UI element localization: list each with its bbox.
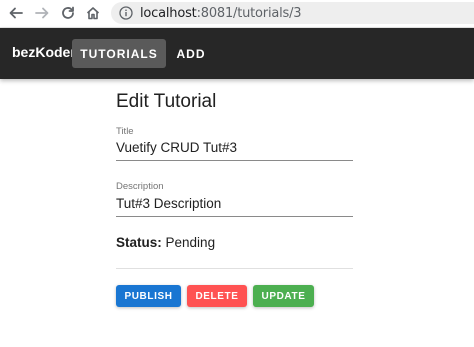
tab-add[interactable]: ADD [170, 39, 212, 68]
url-path: :8081/tutorials/3 [196, 5, 302, 21]
app-bar: bezKoder TUTORIALS ADD [0, 28, 474, 79]
title-field-label: Title [116, 126, 134, 137]
forward-arrow-icon [35, 7, 49, 19]
title-field[interactable]: Vuetify CRUD Tut#3 [116, 140, 237, 155]
back-arrow-icon [9, 7, 23, 19]
address-bar[interactable]: localhost:8081/tutorials/3 [111, 2, 474, 24]
description-field[interactable]: Tut#3 Description [116, 196, 221, 211]
url-host: localhost [140, 5, 197, 21]
brand-title: bezKoder [12, 44, 76, 60]
publish-button[interactable]: PUBLISH [116, 285, 181, 307]
home-button[interactable] [83, 3, 103, 23]
delete-button[interactable]: DELETE [187, 285, 247, 307]
tab-tutorials[interactable]: TUTORIALS [72, 39, 166, 68]
url-text: localhost:8081/tutorials/3 [140, 5, 302, 21]
title-field-underline [116, 160, 353, 161]
home-icon [86, 7, 100, 20]
status-row: Status: Pending [116, 235, 215, 250]
reload-button[interactable] [58, 3, 78, 23]
info-icon[interactable] [119, 6, 133, 20]
reload-icon [62, 6, 74, 19]
description-field-underline [116, 216, 353, 217]
forward-button[interactable] [32, 3, 52, 23]
update-button[interactable]: UPDATE [253, 285, 314, 307]
back-button[interactable] [6, 3, 26, 23]
description-field-label: Description [116, 181, 164, 192]
page-title: Edit Tutorial [116, 91, 217, 112]
status-value: Pending [165, 235, 216, 250]
status-label: Status: [116, 235, 162, 250]
divider [116, 268, 353, 269]
browser-toolbar: localhost:8081/tutorials/3 [0, 0, 474, 28]
